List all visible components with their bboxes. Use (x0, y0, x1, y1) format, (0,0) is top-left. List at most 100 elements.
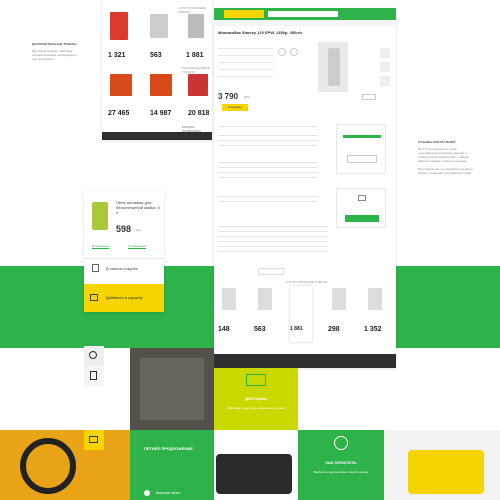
footer-bar (102, 132, 212, 140)
product-price: 563 (150, 52, 162, 59)
recommended-label: РЕКОМЕНДУЕМЫЕ ТОВАРЫ (182, 66, 210, 74)
product-price: 20 818 (188, 110, 210, 117)
summer-tile[interactable]: ЛЕТНЕЕ ПРЕДЛОЖЕНИЕ Каталог всех (130, 430, 214, 500)
washer-shape (328, 48, 340, 86)
option-icon[interactable] (290, 48, 298, 56)
cart-icon (89, 436, 98, 443)
left-panel: ДОПОЛНИТЕЛЬНЫЕ ТОВАРЫ Эти блоки создают … (32, 42, 82, 61)
thumbnail[interactable] (380, 62, 390, 72)
product-price: 298 (328, 326, 340, 333)
add-cart-button[interactable]: Добавить в корзину (84, 284, 164, 312)
search-button[interactable] (84, 346, 104, 366)
product-image[interactable] (332, 288, 346, 310)
buy-button[interactable]: В корзину (222, 104, 248, 111)
product-image[interactable] (150, 14, 168, 38)
payment-desc: Выберите удобный вам способ оплаты (313, 470, 369, 474)
main-site: Минимойка Stanley 120 EPW, 1350р, 450л/ч… (214, 8, 396, 368)
rating-stars (343, 135, 381, 138)
option-icon[interactable] (278, 48, 286, 56)
compare-link[interactable]: К сравнению (128, 244, 146, 248)
review-button[interactable] (347, 155, 377, 163)
product-image[interactable] (368, 288, 382, 310)
currency: руб. (136, 228, 142, 232)
related-label: СОПУТСТВУЮЩИЕ ТОВАРЫ (286, 280, 328, 284)
currency: руб. (244, 95, 250, 99)
delivery-tile[interactable]: ДОСТАВКА Доставка товаров до двери вашег… (214, 368, 298, 430)
product-title: Минимойка Stanley 120 EPW, 1350р, 450л/ч (218, 30, 303, 35)
thumbnail[interactable] (380, 76, 390, 86)
bullet-icon (144, 490, 150, 496)
mower-shape (408, 450, 484, 494)
chat-icon (358, 195, 366, 201)
product-image[interactable] (188, 14, 204, 38)
list-icon (92, 264, 99, 272)
right-panel-title: ОТЗЫВЫ ПОКУПАТЕЛЕЙ (418, 140, 456, 144)
product-price: 27 465 (108, 110, 130, 117)
left-panel-desc: Эти блоки создают наиболее полный перече… (32, 49, 77, 61)
payment-tile[interactable]: КАК ОПЛАТИТЬ Выберите удобный вам способ… (298, 430, 384, 500)
popup-card: Пена активная для бесконтактной мойки. 5… (84, 192, 164, 312)
add-cart-label: Добавить в корзину (106, 295, 143, 300)
product-price: 1 321 (108, 52, 126, 59)
mower-shape (216, 454, 292, 494)
spec-list (218, 42, 273, 88)
ruble-icon (334, 436, 348, 450)
left-panel-title: ДОПОЛНИТЕЛЬНЫЕ ТОВАРЫ (32, 42, 77, 46)
reel-shape (20, 438, 76, 494)
divider (84, 258, 164, 259)
product-price: 14 987 (150, 110, 172, 117)
wishlist-button[interactable]: В список покупок (106, 266, 138, 271)
payment-title: КАК ОПЛАТИТЬ (325, 460, 357, 465)
site-footer (214, 354, 396, 368)
right-panel-desc-1: Этот блок появляется, если пользователю … (418, 147, 469, 163)
rating-card (336, 124, 386, 174)
product-price: 3 790 (218, 92, 239, 101)
room-image (140, 358, 204, 420)
delivery-desc: Доставка товаров до двери вашего дома (227, 406, 285, 410)
product-image[interactable] (110, 12, 128, 40)
product-price: 1 881 (290, 326, 303, 332)
product-image[interactable] (92, 202, 108, 230)
hover-card[interactable] (290, 286, 312, 342)
thumbnail[interactable] (380, 48, 390, 58)
product-price: 563 (254, 326, 266, 333)
ask-button[interactable] (345, 215, 379, 222)
quantity-stepper[interactable] (362, 94, 376, 100)
right-panel-desc-2: При появлении он становится на место бло… (418, 167, 473, 175)
photo-tile (130, 348, 214, 430)
search-input[interactable] (268, 11, 338, 17)
list-button[interactable] (84, 366, 104, 386)
product-image[interactable] (222, 288, 236, 310)
search-icon (89, 351, 97, 359)
product-image[interactable] (258, 288, 272, 310)
product-image[interactable] (188, 74, 208, 96)
mower-image-2 (384, 430, 500, 500)
delivery-title: ДОСТАВКА (244, 396, 268, 401)
product-image[interactable] (150, 74, 172, 96)
review-text (218, 226, 328, 266)
product-price: 1 352 (364, 326, 382, 333)
product-price: 148 (218, 326, 230, 333)
mower-image (214, 430, 298, 500)
nav-bar (214, 20, 396, 26)
mini-site-left: СОПУТСТВУЮЩИЕ ТОВАРЫ 1 321 563 1 881 РЕК… (102, 0, 212, 140)
catalog-link[interactable]: Каталог всех (156, 490, 180, 495)
reel-image (0, 430, 130, 500)
summer-title: ЛЕТНЕЕ ПРЕДЛОЖЕНИЕ (144, 446, 193, 451)
clipboard-icon (90, 371, 97, 380)
ask-card (336, 188, 386, 228)
related-label: СОПУТСТВУЮЩИЕ ТОВАРЫ (178, 6, 207, 14)
product-price: 1 881 (186, 52, 204, 59)
popup-title: Пена активная для бесконтактной мойки. 5… (116, 200, 160, 215)
more-reviews-button[interactable] (258, 268, 284, 275)
cart-button[interactable] (84, 430, 104, 450)
in-store-link[interactable]: В магазинах (92, 244, 109, 248)
product-image[interactable] (110, 74, 132, 96)
reviews-list (218, 126, 318, 216)
right-panel: ОТЗЫВЫ ПОКУПАТЕЛЕЙ Этот блок появляется,… (418, 140, 474, 175)
cart-icon (90, 294, 98, 301)
truck-icon (246, 374, 266, 386)
product-image[interactable] (318, 42, 348, 92)
catalog-button[interactable] (224, 10, 264, 18)
popup-price: 598 (116, 224, 132, 234)
